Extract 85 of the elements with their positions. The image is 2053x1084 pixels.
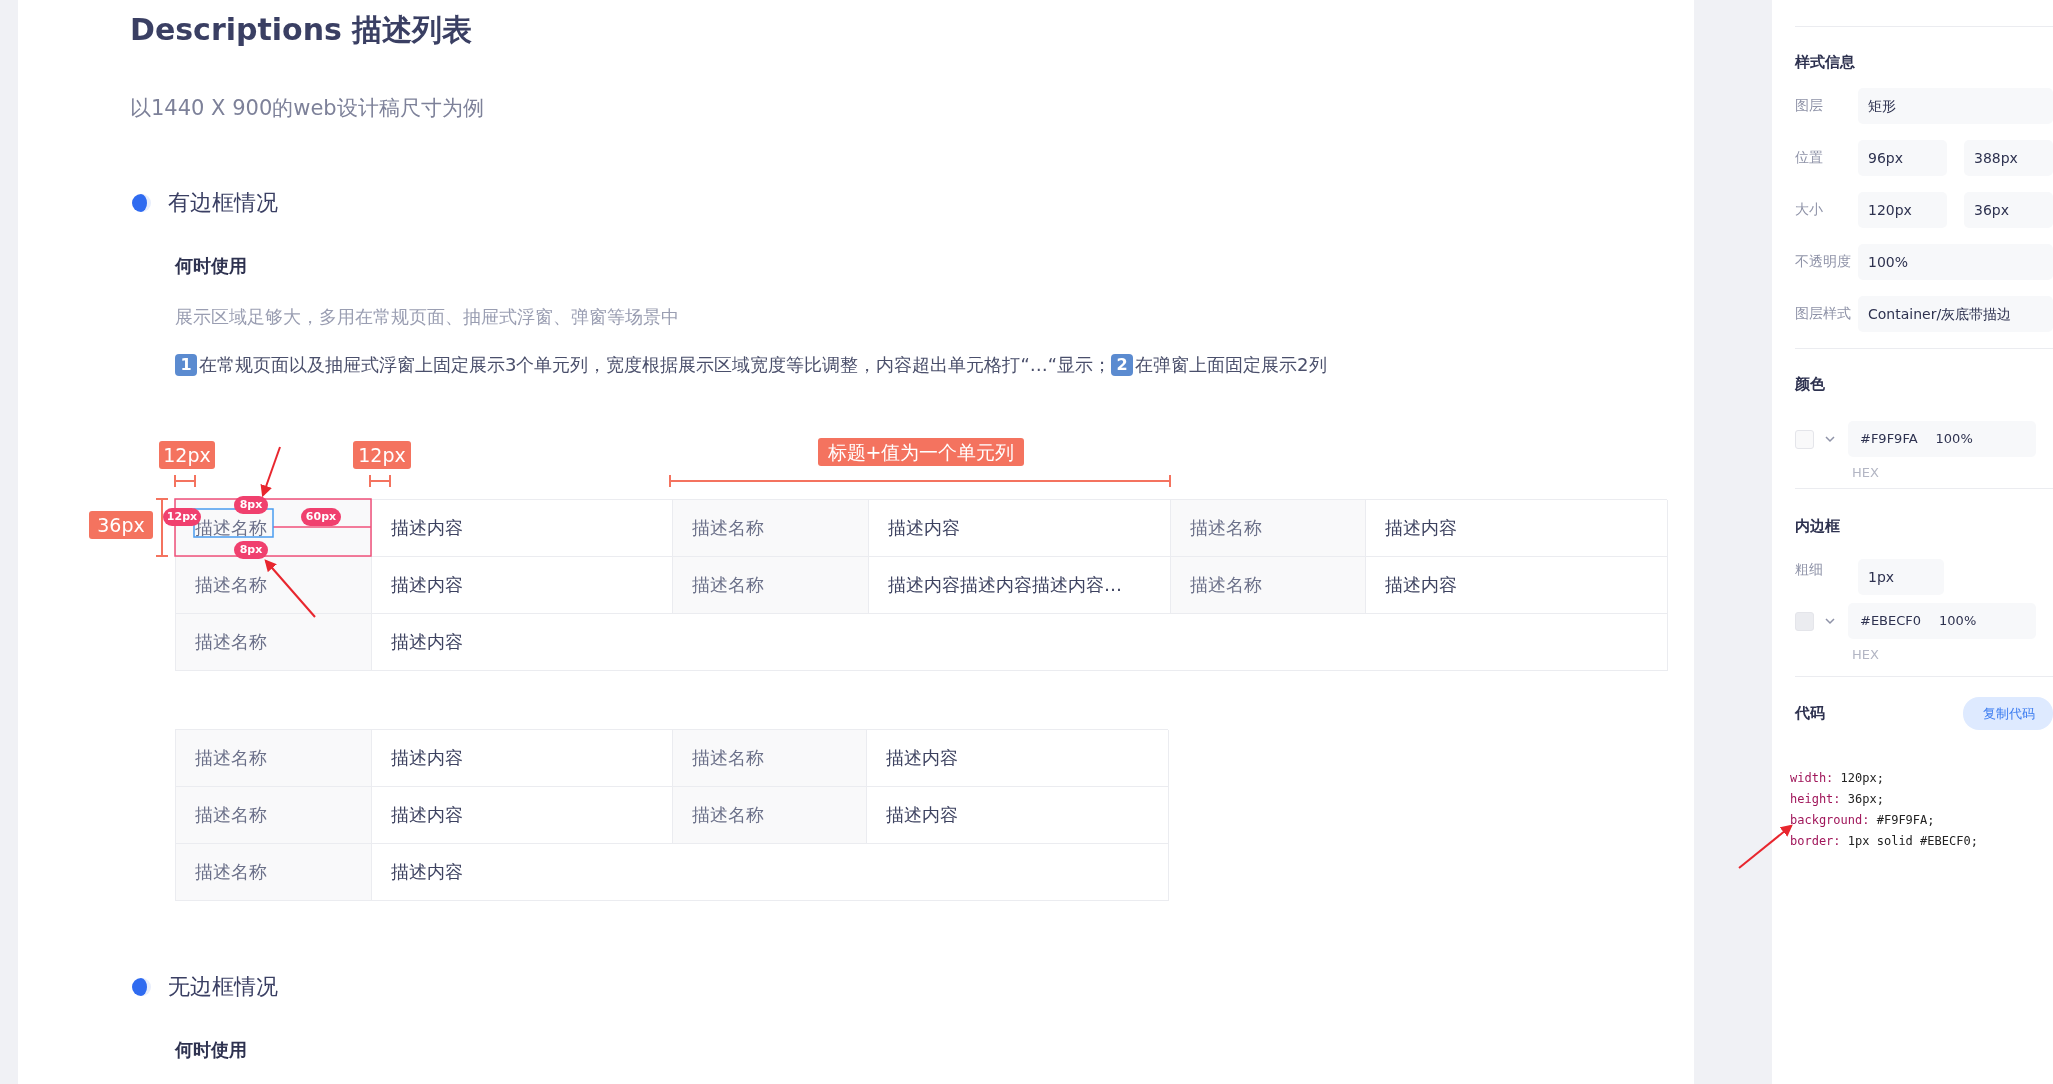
label-cell: 描述名称 [1171,557,1366,614]
section-title: 颜色 [1795,375,1826,394]
label-cell: 描述名称 [176,844,372,901]
section-title: 代码 [1795,704,1825,723]
property-label: 不透明度 [1795,253,1852,271]
number-badge: 2 [1111,354,1134,376]
color-field[interactable]: #F9F9FA 100% [1848,421,2036,457]
measure-tag: 12px [159,441,215,469]
section-title: 内边框 [1795,517,1841,536]
usage-text: 展示区域足够大，多用在常规页面、抽屉式浮窗、弹窗等场景中 [175,305,680,329]
code-property: width: [1790,771,1834,785]
opacity-value: 100% [1939,612,1977,630]
spacing-badge: 60px [301,508,341,526]
label-cell: 描述名称 [673,787,867,844]
section-title: 样式信息 [1795,53,1856,72]
color-swatch[interactable] [1795,429,1814,449]
usage-heading: 何时使用 [175,254,248,278]
code-property: background: [1790,813,1870,827]
chevron-down-icon[interactable] [1824,435,1836,443]
value-cell: 描述内容 [372,730,673,787]
property-field[interactable]: 36px [1964,192,2053,228]
property-field[interactable]: 120px [1858,192,1947,228]
code-value: 36px; [1847,792,1884,806]
section-heading: 有边框情况 [168,189,278,217]
number-badge: 1 [175,354,197,376]
hex-value: #EBECF0 [1860,612,1922,630]
chevron-down-icon[interactable] [1824,617,1836,625]
value-cell: 描述内容 [869,500,1171,557]
label-cell: 描述名称 [673,500,869,557]
spacing-badge: 8px [234,541,268,559]
section-heading: 无边框情况 [168,973,278,1001]
page-subtitle: 以1440 X 900的web设计稿尺寸为例 [130,95,485,122]
value-cell: 描述内容 [372,500,673,557]
measure-tag: 标题+值为一个单元列 [818,438,1024,466]
opacity-value: 100% [1935,430,1973,448]
property-label: 大小 [1795,201,1824,219]
value-cell: 描述内容 [867,730,1169,787]
code-value: #F9F9FA; [1876,813,1935,827]
property-field[interactable]: 100% [1858,244,2053,280]
property-field[interactable]: Container/灰底带描边 [1858,296,2053,332]
page-title: Descriptions 描述列表 [130,11,474,49]
spacing-badge: 8px [234,496,268,514]
arrow [260,446,281,498]
label-cell: 描述名称 [1171,500,1366,557]
property-field[interactable]: 388px [1964,140,2053,176]
value-cell: 描述内容 [372,614,1668,671]
value-cell: 描述内容描述内容描述内容… [869,557,1171,614]
half-circle-icon [130,976,152,998]
label-cell: 描述名称 [673,557,869,614]
format-label: HEX [1852,465,1880,480]
code-property: border: [1790,834,1841,848]
label-cell: 描述名称 [673,730,867,787]
format-label: HEX [1852,647,1880,662]
value-cell: 描述内容 [867,787,1169,844]
usage-heading: 何时使用 [175,1038,248,1062]
label-cell: 描述名称 [176,614,372,671]
value-cell: 描述内容 [372,787,673,844]
code-value: 120px; [1840,771,1884,785]
dimension-line [369,474,391,488]
property-label: 图层样式 [1795,305,1852,323]
half-circle-icon [130,192,152,214]
color-field[interactable]: #EBECF0 100% [1848,603,2036,639]
value-cell: 描述内容 [372,844,1169,901]
value-cell: 描述内容 [372,557,673,614]
measure-tag: 12px [353,441,411,469]
measure-tag: 36px [89,511,153,539]
color-swatch[interactable] [1795,611,1814,631]
dimension-line [174,474,196,488]
label-cell: 描述名称 [176,730,372,787]
property-label: 图层 [1795,97,1824,115]
label-cell: 描述名称 [176,557,372,614]
hex-value: #F9F9FA [1860,430,1918,448]
property-label: 位置 [1795,149,1824,167]
dimension-line [155,498,169,557]
property-field[interactable]: 96px [1858,140,1947,176]
value-cell: 描述内容 [1366,500,1668,557]
code-property: height: [1790,792,1841,806]
property-field[interactable]: 1px [1858,559,1944,595]
rule-text: 在弹窗上面固定展示2列 [1135,353,1327,377]
property-field[interactable]: 矩形 [1858,88,2053,124]
rule-text: 在常规页面以及抽屉式浮窗上固定展示3个单元列，宽度根据展示区域宽度等比调整，内容超出单元格打“…“显示； [199,353,1112,377]
value-cell: 描述内容 [1366,557,1668,614]
label-cell: 描述名称 [176,787,372,844]
code-value: 1px solid #EBECF0; [1847,834,1978,848]
property-label: 粗细 [1795,561,1824,579]
